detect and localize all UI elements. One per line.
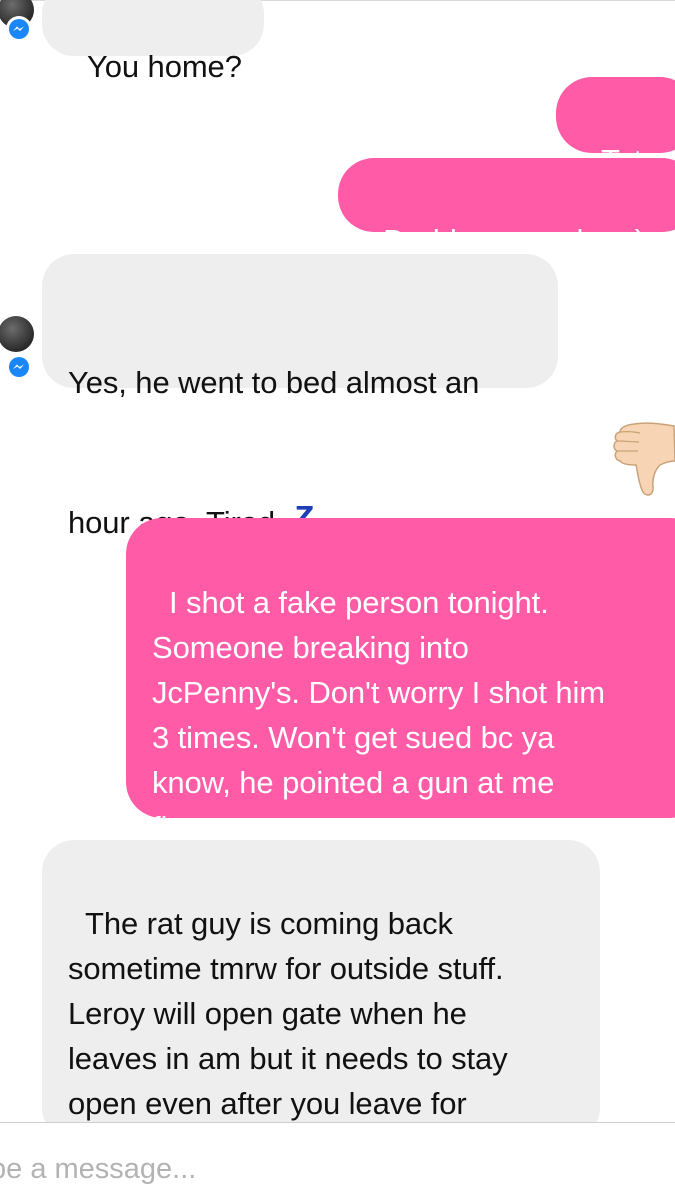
message-text: You home? <box>87 49 242 84</box>
message-bubble-incoming[interactable]: Yes, he went to bed almost an hour ago. … <box>42 254 558 541</box>
message-bubble-outgoing[interactable]: Totes <box>556 77 675 178</box>
thumbs-down-icon[interactable] <box>612 418 675 498</box>
messenger-badge-icon <box>6 16 32 42</box>
message-text-line: Yes, he went to bed almost an <box>68 365 480 400</box>
message-input[interactable] <box>0 1153 590 1186</box>
avatar-photo <box>0 316 34 352</box>
message-bubble-incoming[interactable]: The rat guy is coming back sometime tmrw… <box>42 840 600 1166</box>
messenger-badge-icon <box>6 354 32 380</box>
message-bubble-incoming[interactable]: You home? <box>42 0 264 84</box>
message-text: I shot a fake person tonight. Someone br… <box>152 585 606 845</box>
message-composer <box>0 1122 675 1200</box>
message-bubble-outgoing[interactable]: I shot a fake person tonight. Someone br… <box>126 518 675 845</box>
message-bubble-outgoing[interactable]: Daddy was asleep): <box>338 158 675 258</box>
avatar[interactable] <box>0 316 42 380</box>
avatar[interactable] <box>0 0 42 42</box>
message-text: Daddy was asleep): <box>383 223 654 258</box>
